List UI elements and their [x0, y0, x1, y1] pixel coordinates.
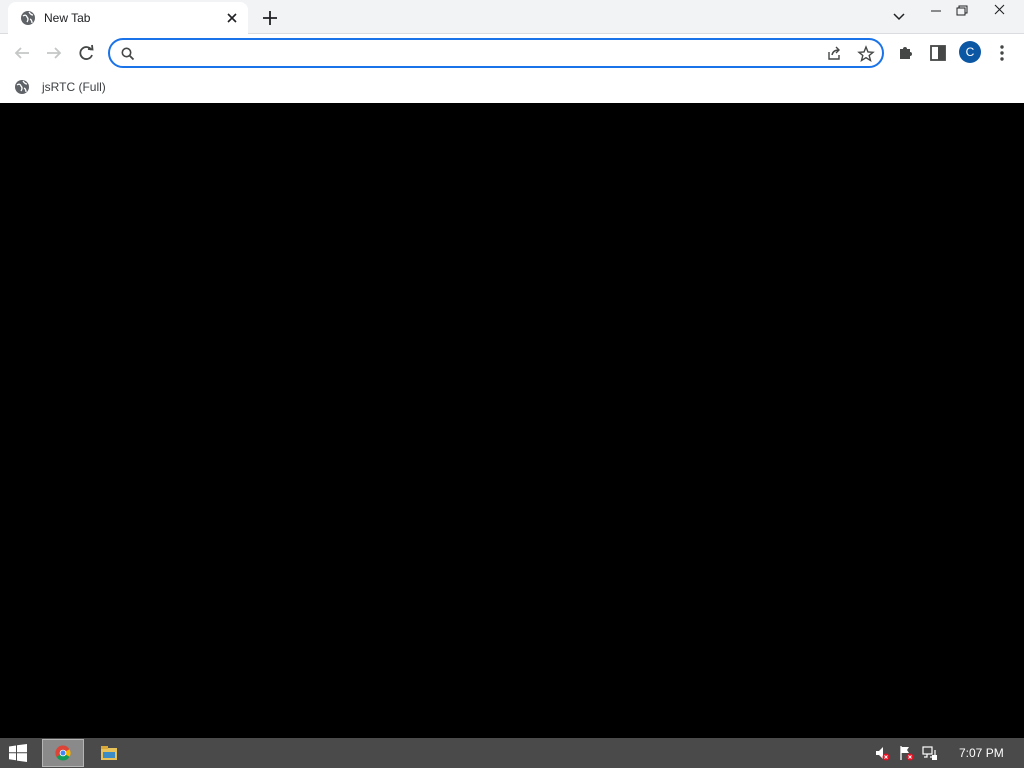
tab-new-tab[interactable]: New Tab [8, 2, 248, 34]
share-icon[interactable] [824, 44, 844, 64]
close-tab-icon[interactable] [222, 8, 242, 28]
windows-start-icon[interactable] [8, 744, 28, 762]
kebab-menu-icon[interactable] [990, 41, 1014, 65]
action-center-flag-icon[interactable] [898, 745, 914, 761]
volume-muted-icon[interactable] [874, 745, 890, 761]
side-panel-icon[interactable] [926, 41, 950, 65]
extensions-puzzle-icon[interactable] [894, 41, 918, 65]
bookmark-label: jsRTC (Full) [42, 80, 106, 94]
reload-icon[interactable] [72, 39, 100, 67]
omnibox[interactable] [108, 38, 884, 68]
network-icon[interactable] [922, 745, 938, 761]
page-content[interactable] [0, 103, 1024, 738]
tab-title: New Tab [44, 11, 91, 25]
search-icon [121, 47, 135, 61]
new-tab-button[interactable] [258, 6, 282, 30]
bookmark-star-icon[interactable] [856, 44, 876, 64]
browser-window: New Tab C jsRTC (Full) [0, 0, 1024, 103]
bookmark-item-jsrtc[interactable]: jsRTC (Full) [10, 76, 106, 98]
globe-icon [15, 80, 29, 94]
profile-avatar[interactable]: C [959, 41, 981, 63]
forward-arrow-icon[interactable] [40, 39, 68, 67]
tab-strip: New Tab [0, 0, 1024, 34]
back-arrow-icon[interactable] [8, 39, 36, 67]
address-input[interactable] [142, 44, 802, 62]
bookmarks-bar: jsRTC (Full) [0, 72, 1024, 103]
taskbar: 7:07 PM [0, 738, 1024, 768]
tab-search-chevron-icon[interactable] [888, 0, 910, 32]
restore-icon[interactable] [950, 0, 974, 32]
globe-icon [21, 11, 35, 25]
taskbar-clock[interactable]: 7:07 PM [959, 746, 1004, 760]
close-window-icon[interactable] [976, 0, 1024, 32]
taskbar-chrome-button[interactable] [42, 739, 84, 767]
toolbar [0, 35, 1024, 71]
chrome-icon [55, 745, 71, 761]
minimize-icon[interactable] [922, 0, 950, 32]
folder-icon [101, 746, 117, 760]
taskbar-file-explorer-button[interactable] [92, 739, 126, 767]
